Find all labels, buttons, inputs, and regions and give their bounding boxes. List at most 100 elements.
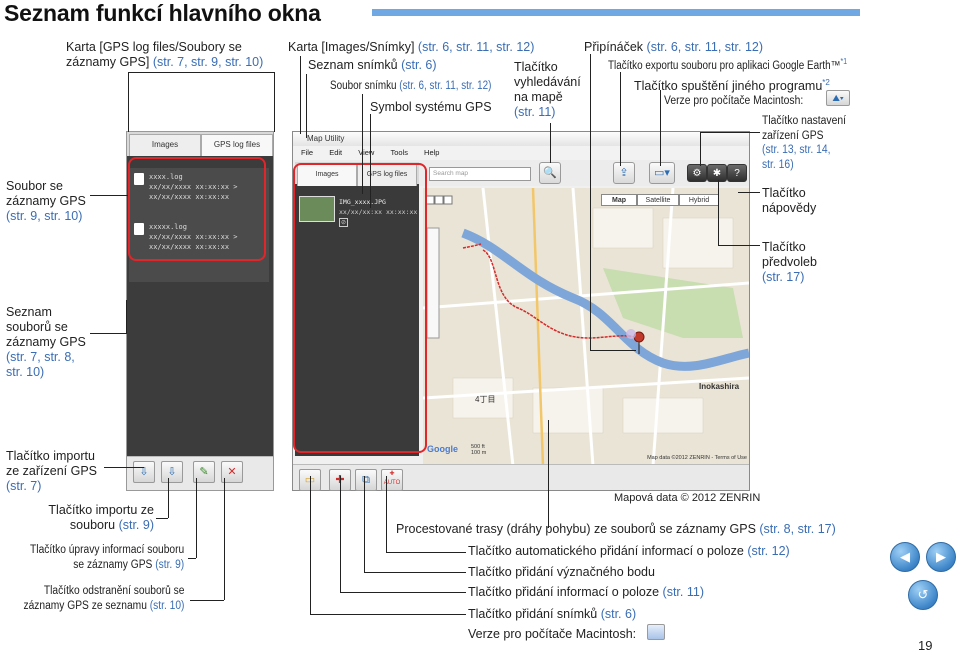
map-search-button[interactable]: 🔍	[539, 162, 561, 184]
leader-line	[364, 476, 365, 572]
callout-gps-file: Soubor se záznamy GPS (str. 9, str. 10)	[6, 179, 86, 223]
menu-tools[interactable]: Tools	[390, 148, 408, 157]
callout-remove-files: Tlačítko odstranění souborů se záznamy GP…	[23, 585, 185, 612]
callout-add-image: Tlačítko přidání snímků (str. 6)	[468, 607, 637, 621]
callout-add-waypoint: Tlačítko přidání význačného bodu	[468, 565, 655, 579]
callout-gps-symbol: Symbol systému GPS	[370, 100, 492, 114]
callout-image-file: Soubor snímku (str. 6, str. 11, str. 12)	[330, 80, 492, 92]
leader-line	[620, 72, 621, 166]
callout-import-file: Tlačítko importu ze souboru (str. 9)	[48, 503, 154, 532]
leader-line	[340, 476, 341, 592]
leader-line	[362, 94, 363, 194]
map-data-credit: Mapová data © 2012 ZENRIN	[614, 492, 761, 504]
menu-edit[interactable]: Edit	[329, 148, 342, 157]
leader-line	[190, 600, 224, 601]
leader-line	[700, 132, 701, 166]
callout-mac-version-bottom: Verze pro počítače Macintosh:	[468, 627, 637, 641]
leader-line	[310, 476, 311, 614]
callout-image-list: Seznam snímků (str. 6)	[308, 58, 437, 72]
import-from-device-button[interactable]: ⇩	[133, 461, 155, 483]
menu-file[interactable]: File	[301, 148, 313, 157]
leader-line	[156, 518, 168, 519]
callout-mac-version: Verze pro počítače Macintosh:	[664, 95, 804, 107]
leader-line	[274, 72, 275, 132]
app-bottom-toolbar: ▭ ✚ ⧉ ✚AUTO	[293, 464, 749, 491]
map-type-satellite[interactable]: Satellite	[637, 194, 679, 206]
map-search-input[interactable]: Search map	[429, 167, 531, 181]
page-title: Seznam funkcí hlavního okna	[4, 0, 321, 26]
gps-device-settings-button[interactable]: ⚙	[687, 164, 707, 182]
leader-line	[386, 476, 387, 552]
map-block-label: 4丁目	[475, 395, 496, 404]
map-type-hybrid[interactable]: Hybrid	[679, 194, 719, 206]
panel-tabs: Images GPS log files	[127, 132, 273, 156]
map-copyright: Map data ©2012 ZENRIN - Terms of Use	[647, 455, 747, 461]
leader-line	[310, 614, 466, 615]
leader-line	[126, 300, 127, 334]
return-button[interactable]: ↺	[908, 580, 938, 610]
add-waypoint-button[interactable]: ⧉	[355, 469, 377, 491]
callout-auto-location: Tlačítko automatického přidání informací…	[468, 544, 790, 558]
callout-map-search: Tlačítko vyhledávání na mapě (str. 11)	[514, 60, 581, 119]
gps-panel-toolbar: ⇩ ⇩ ✎ ✕	[127, 456, 273, 490]
leader-line	[224, 478, 225, 600]
leader-line	[90, 195, 128, 196]
leader-line	[550, 123, 551, 163]
callout-device-settings: Tlačítko nastavení zařízení GPS (str. 13, …	[762, 115, 846, 171]
leader-line	[128, 72, 129, 132]
map-scale: 500 ft 100 m	[471, 444, 486, 456]
leader-line	[386, 552, 466, 553]
leader-line	[738, 192, 760, 193]
map-type-map[interactable]: Map	[601, 194, 637, 206]
leader-line	[300, 56, 301, 134]
next-page-button[interactable]: ▶	[926, 542, 956, 572]
help-button[interactable]: ?	[727, 164, 747, 182]
callout-google-earth: Tlačítko exportu souboru pro aplikaci Go…	[608, 57, 848, 72]
leader-line	[306, 74, 307, 138]
leader-line	[90, 333, 126, 334]
callout-preferences: Tlačítko předvoleb (str. 17)	[762, 240, 817, 284]
menu-view[interactable]: View	[358, 148, 374, 157]
tab-images[interactable]: Images	[129, 134, 201, 156]
google-logo: Google	[427, 444, 458, 454]
leader-line	[168, 478, 169, 518]
leader-line	[340, 592, 466, 593]
import-from-file-button[interactable]: ⇩	[161, 461, 183, 483]
leader-line	[364, 572, 466, 573]
leader-line	[104, 467, 144, 468]
leader-line	[370, 114, 371, 208]
leader-line	[128, 72, 274, 73]
callout-add-location: Tlačítko přidání informací o poloze (str…	[468, 585, 704, 599]
map-view[interactable]: Map Satellite Hybrid Inokashira 4丁目 Goog…	[423, 188, 749, 466]
tab-gps-log-files[interactable]: GPS log files	[201, 134, 273, 156]
callout-gps-file-list: Seznam souborů se záznamy GPS (str. 7, str.…	[6, 305, 86, 379]
launch-program-button[interactable]: ▭▾	[649, 162, 675, 184]
map-canvas	[423, 188, 749, 466]
callout-pin: Připínáček (str. 6, str. 11, str. 12)	[584, 40, 764, 54]
callout-images-tab: Karta [Images/Snímky] (str. 6, str. 11, …	[288, 40, 535, 54]
callout-gps-tab: Karta [GPS log files/Soubory se záznamy G…	[66, 40, 264, 69]
google-earth-export-button[interactable]: ⇪	[613, 162, 635, 184]
title-accent-bar	[372, 9, 860, 16]
map-place-label: Inokashira	[699, 382, 740, 391]
previous-page-button[interactable]: ◀	[890, 542, 920, 572]
page-number: 19	[918, 638, 933, 653]
gps-list-highlight	[128, 157, 266, 261]
menu-help[interactable]: Help	[424, 148, 439, 157]
callout-tracks: Procestované trasy (dráhy pohybu) ze sou…	[396, 522, 836, 536]
mac-add-image-icon	[647, 624, 665, 640]
callout-help: Tlačítko nápovědy	[762, 186, 817, 215]
callout-import-device: Tlačítko importu ze zařízení GPS (str. 7)	[6, 449, 98, 493]
leader-line	[548, 420, 549, 528]
leader-line	[700, 132, 760, 133]
callout-edit-info: Tlačítko úpravy informací souboru se zázn…	[30, 544, 185, 571]
preferences-button[interactable]: ✱	[707, 164, 727, 182]
leader-line	[196, 478, 197, 558]
auto-location-button[interactable]: ✚ AUTO	[381, 469, 403, 491]
leader-line	[590, 350, 636, 351]
mac-program-icon: ⛰▾	[826, 90, 850, 106]
leader-line	[660, 90, 661, 166]
scale-m: 100 m	[471, 450, 487, 456]
callout-other-program: Tlačítko spuštění jiného programu*2	[634, 78, 830, 94]
leader-line	[718, 245, 760, 246]
